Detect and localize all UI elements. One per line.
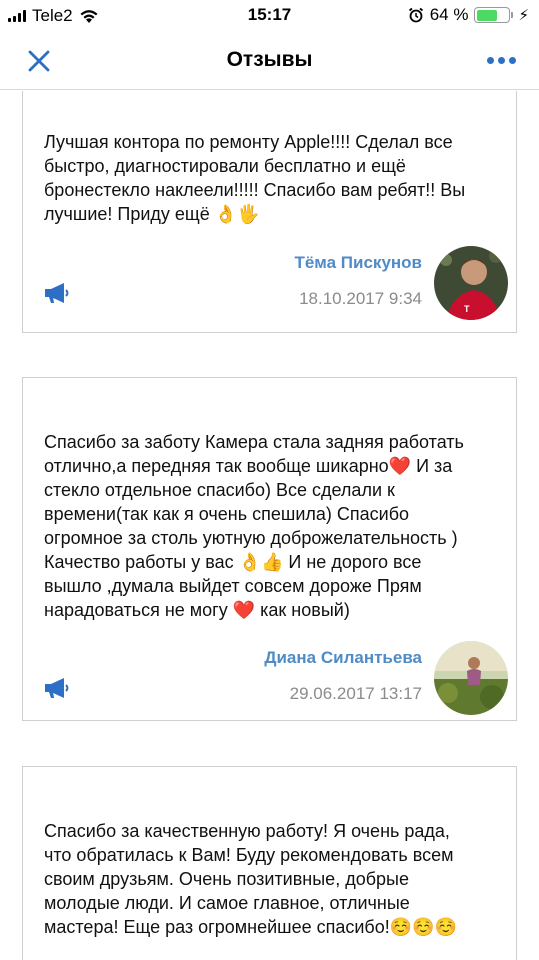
megaphone-icon[interactable]	[42, 282, 70, 304]
battery-percent: 64 %	[429, 5, 469, 24]
nav-bar: Отзывы	[0, 32, 539, 90]
reviews-list[interactable]: Лучшая контора по ремонту Apple!!!! Сдел…	[0, 91, 539, 960]
status-right: 64 % ⚡	[408, 5, 529, 25]
status-bar: Tele2 15:17 64 % ⚡	[0, 0, 539, 32]
review-date: 18.10.2017 9:34	[299, 289, 422, 308]
review-card: Спасибо за заботу Камера стала задняя ра…	[22, 377, 517, 721]
battery-icon	[474, 7, 514, 23]
review-card: Спасибо за качественную работу! Я очень …	[22, 766, 517, 960]
svg-text:T: T	[464, 304, 470, 314]
battery-fill	[476, 9, 497, 21]
review-text: Спасибо за качественную работу! Я очень …	[44, 821, 457, 937]
review-card: Лучшая контора по ремонту Apple!!!! Сдел…	[22, 91, 517, 333]
avatar[interactable]: T	[434, 246, 508, 320]
review-date: 29.06.2017 13:17	[289, 684, 422, 703]
review-author[interactable]: Диана Силантьева	[264, 648, 422, 668]
review-text: Лучшая контора по ремонту Apple!!!! Сдел…	[44, 132, 466, 224]
alarm-icon	[408, 7, 423, 23]
page-title: Отзывы	[226, 48, 313, 71]
megaphone-icon[interactable]	[42, 677, 70, 699]
charging-icon: ⚡	[518, 7, 529, 24]
avatar[interactable]	[434, 641, 508, 715]
more-icon[interactable]	[487, 52, 517, 68]
review-author[interactable]: Тёма Пискунов	[294, 253, 422, 273]
review-text: Спасибо за заботу Камера стала задняя ра…	[44, 432, 464, 620]
